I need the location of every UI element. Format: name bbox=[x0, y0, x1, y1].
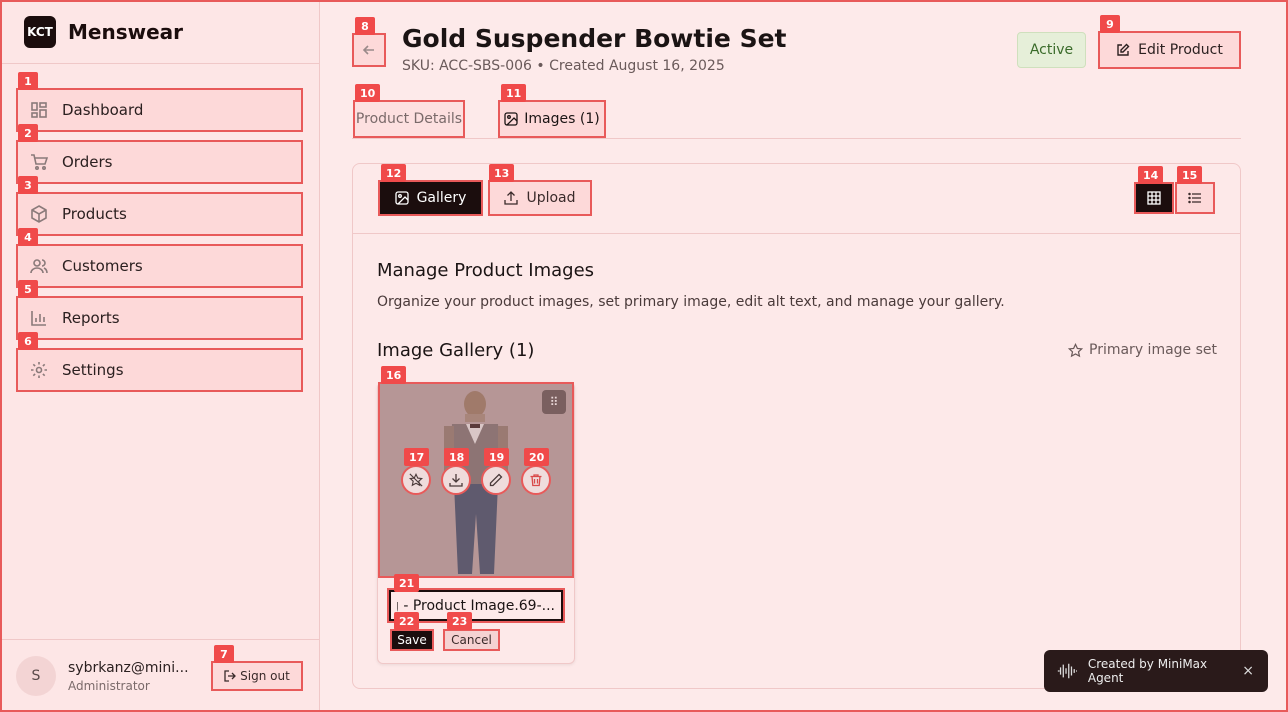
gear-icon bbox=[31, 362, 47, 378]
annotation-badge: 12 bbox=[381, 164, 407, 182]
page-subtitle: SKU: ACC-SBS-006 • Created August 16, 20… bbox=[402, 58, 725, 74]
section-description: Organize your product images, set primar… bbox=[377, 294, 1005, 310]
annotation-badge: 20 bbox=[524, 448, 550, 466]
agent-toast: Created by MiniMax Agent × bbox=[1044, 650, 1268, 692]
section-title: Manage Product Images bbox=[377, 260, 595, 281]
sidebar-item-customers[interactable]: Customers bbox=[16, 244, 303, 288]
annotation-badge: 21 bbox=[394, 574, 420, 592]
sign-out-button[interactable]: Sign out bbox=[211, 661, 303, 691]
toast-text: Created by MiniMax Agent bbox=[1087, 657, 1208, 685]
back-button[interactable] bbox=[352, 33, 386, 67]
edit-icon bbox=[1117, 43, 1130, 56]
star-icon bbox=[1068, 342, 1083, 357]
upload-label: Upload bbox=[526, 190, 576, 206]
brand: KCT Menswear bbox=[0, 0, 319, 64]
annotation-badge: 17 bbox=[404, 448, 430, 466]
user-email: sybrkanz@mini... bbox=[68, 659, 189, 676]
sidebar-item-orders[interactable]: Orders bbox=[16, 140, 303, 184]
image-icon bbox=[394, 191, 409, 205]
sidebar-item-settings[interactable]: Settings bbox=[16, 348, 303, 392]
primary-note-label: Primary image set bbox=[1089, 342, 1218, 358]
annotation-badge: 13 bbox=[489, 164, 515, 182]
tab-images[interactable]: Images (1) bbox=[498, 100, 606, 138]
sidebar-item-label: Dashboard bbox=[62, 101, 144, 119]
drag-handle-icon[interactable]: ⠿ bbox=[542, 390, 566, 414]
annotation-badge: 23 bbox=[447, 612, 473, 630]
annotation-badge: 1 bbox=[18, 72, 38, 90]
download-icon bbox=[449, 474, 463, 487]
annotation-badge: 7 bbox=[214, 645, 234, 663]
edit-alt-button[interactable] bbox=[481, 465, 511, 495]
upload-button[interactable]: Upload bbox=[488, 180, 592, 216]
pencil-icon bbox=[489, 473, 503, 487]
primary-image-note: Primary image set bbox=[1068, 342, 1217, 358]
card-toolbar bbox=[353, 164, 1240, 234]
grid-icon bbox=[1147, 191, 1161, 205]
annotation-badge: 22 bbox=[394, 612, 420, 630]
annotation-badge: 14 bbox=[1138, 166, 1164, 184]
arrow-left-icon bbox=[362, 45, 374, 55]
annotation-badge: 9 bbox=[1100, 15, 1120, 33]
bar-chart-icon bbox=[31, 311, 46, 326]
sidebar-item-label: Products bbox=[62, 205, 127, 223]
gallery-button[interactable]: Gallery bbox=[378, 180, 483, 216]
image-icon bbox=[504, 112, 518, 126]
annotation-badge: 19 bbox=[484, 448, 510, 466]
cart-icon bbox=[31, 154, 48, 171]
brand-logo: KCT bbox=[24, 15, 56, 48]
gallery-label: Gallery bbox=[416, 190, 467, 206]
save-button[interactable]: Save bbox=[390, 629, 434, 651]
grid-view-toggle[interactable] bbox=[1134, 182, 1174, 214]
tab-label: Images (1) bbox=[524, 111, 600, 127]
sidebar-item-label: Reports bbox=[62, 309, 120, 327]
annotation-badge: 18 bbox=[444, 448, 470, 466]
box-icon bbox=[31, 205, 47, 223]
annotation-badge: 5 bbox=[18, 280, 38, 298]
unset-primary-button[interactable] bbox=[401, 465, 431, 495]
annotation-badge: 15 bbox=[1177, 166, 1203, 184]
annotation-badge: 8 bbox=[355, 17, 375, 35]
annotation-badge: 16 bbox=[381, 366, 407, 384]
status-badge: Active bbox=[1017, 32, 1086, 68]
edit-product-button[interactable]: Edit Product bbox=[1098, 31, 1241, 69]
avatar: S bbox=[16, 656, 56, 696]
annotation-badge: 3 bbox=[18, 176, 38, 194]
sidebar-item-label: Customers bbox=[62, 257, 143, 275]
list-view-toggle[interactable] bbox=[1175, 182, 1215, 214]
tab-divider bbox=[352, 138, 1241, 139]
sidebar: KCT Menswear Dashboard Orders Products C… bbox=[0, 0, 320, 712]
upload-icon bbox=[504, 191, 519, 205]
sidebar-item-products[interactable]: Products bbox=[16, 192, 303, 236]
sidebar-item-reports[interactable]: Reports bbox=[16, 296, 303, 340]
tab-label: Product Details bbox=[355, 111, 463, 127]
sign-out-label: Sign out bbox=[240, 669, 290, 683]
waveform-icon bbox=[1057, 663, 1077, 679]
brand-name: Menswear bbox=[68, 19, 184, 44]
annotation-badge: 2 bbox=[18, 124, 38, 142]
sidebar-item-label: Orders bbox=[62, 153, 113, 171]
dashboard-icon bbox=[31, 102, 47, 118]
cancel-button[interactable]: Cancel bbox=[443, 629, 500, 651]
gallery-title: Image Gallery (1) bbox=[377, 340, 535, 361]
delete-image-button[interactable] bbox=[521, 465, 551, 495]
user-role: Administrator bbox=[68, 678, 150, 693]
edit-product-label: Edit Product bbox=[1138, 42, 1223, 58]
annotation-badge: 11 bbox=[501, 84, 527, 102]
list-icon bbox=[1188, 192, 1201, 204]
close-icon[interactable]: × bbox=[1242, 663, 1254, 679]
download-button[interactable] bbox=[441, 465, 471, 495]
trash-icon bbox=[530, 474, 542, 487]
annotation-badge: 10 bbox=[355, 84, 381, 102]
sidebar-item-label: Settings bbox=[62, 361, 124, 379]
sign-out-icon bbox=[224, 670, 237, 682]
users-icon bbox=[30, 259, 48, 274]
user-panel: S sybrkanz@mini... Administrator Sign ou… bbox=[0, 639, 319, 712]
page-title: Gold Suspender Bowtie Set bbox=[402, 24, 787, 53]
annotation-badge: 6 bbox=[18, 332, 38, 350]
sidebar-item-dashboard[interactable]: Dashboard bbox=[16, 88, 303, 132]
tab-product-details[interactable]: Product Details bbox=[353, 100, 465, 138]
star-off-icon bbox=[409, 473, 423, 487]
annotation-badge: 4 bbox=[18, 228, 38, 246]
